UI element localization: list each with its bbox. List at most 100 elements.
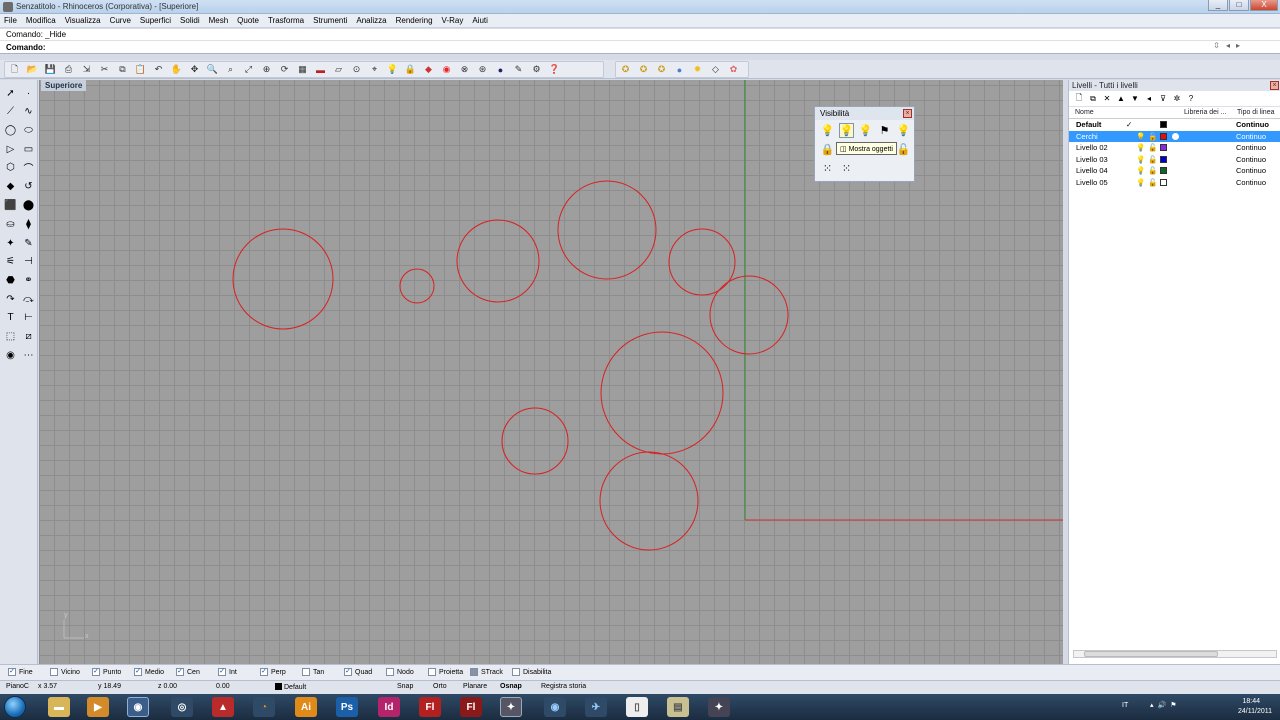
column-linetype[interactable]: Tipo di linea [1237,107,1275,119]
car-icon[interactable]: ▬ [313,62,328,77]
vray-sphere-icon[interactable]: ● [672,62,687,77]
layer-visible-bulb-icon[interactable]: 💡 [1136,177,1145,188]
grid-icon[interactable]: ⋯ [21,348,36,363]
transform-icon[interactable]: ✦ [3,236,18,251]
layer-color-swatch[interactable] [1160,155,1167,163]
osnap-vicino[interactable]: Vicino [50,668,80,676]
open-file-icon[interactable]: 📂 [25,62,40,77]
bird-app-icon[interactable]: ✈ [585,697,607,717]
vray-interactive-icon[interactable]: ✪ [654,62,669,77]
zoom-window-icon[interactable]: ⌕ [223,62,238,77]
cylinder-icon[interactable]: ⬤ [21,198,36,213]
light-icon[interactable]: 💡 [385,62,400,77]
menu-curve[interactable]: Curve [110,16,131,25]
layer-linetype[interactable]: Continuo [1236,177,1266,188]
close-button[interactable]: X [1250,0,1278,11]
osnap-icon[interactable]: ⌖ [367,62,382,77]
text-icon[interactable]: T [3,310,18,325]
rectangle-icon[interactable]: ▭ [21,142,36,157]
vray-render-icon[interactable]: ✪ [618,62,633,77]
polyline-icon[interactable]: ⟋ [3,104,18,119]
settings-icon[interactable]: ⚙ [529,62,544,77]
show-selected-icon[interactable]: 💡 [858,123,873,138]
layer-linetype[interactable]: Continuo [1236,165,1266,176]
layer-color-icon[interactable]: ◆ [421,62,436,77]
menu-analizza[interactable]: Analizza [356,16,386,25]
status-orto[interactable]: Orto [433,683,447,690]
menu-solidi[interactable]: Solidi [180,16,200,25]
menu-rendering[interactable]: Rendering [396,16,433,25]
select-arrow-icon[interactable]: ➚ [3,86,18,101]
circle-9[interactable] [599,451,699,551]
move-up-icon[interactable]: ▲ [1115,94,1127,103]
checkbox[interactable]: ✓ [8,668,16,676]
paste-icon[interactable]: 📋 [133,62,148,77]
layer-visible-bulb-icon[interactable]: 💡 [1136,154,1145,165]
notepad-icon[interactable]: ▯ [626,697,648,717]
circle-7[interactable] [600,331,724,455]
circle-1[interactable] [232,228,334,330]
save-icon[interactable]: 💾 [43,62,58,77]
wireframe-icon[interactable]: ⊗ [457,62,472,77]
layers-horizontal-scrollbar[interactable] [1073,650,1277,658]
firefox-icon[interactable]: ◉ [127,697,149,717]
blender-icon[interactable]: ◔ [253,697,275,717]
layer-color-swatch[interactable] [1160,144,1167,151]
current-layer-check[interactable]: ✓ [1126,119,1132,130]
group-icon[interactable]: ⬚ [3,329,18,344]
status-layer[interactable]: Default [275,683,306,691]
dimension-icon[interactable]: ⊢ [21,310,36,325]
arc-icon[interactable]: ▷ [3,142,18,157]
layer-visible-bulb-icon[interactable]: 💡 [1136,165,1145,176]
new-layer-icon[interactable]: 🗋 [1073,92,1085,106]
vray-material-icon[interactable]: ◇ [708,62,723,77]
layer-row-livello-03[interactable]: Livello 03 💡 🔓 Continuo [1069,154,1280,166]
help-icon[interactable]: ❓ [547,62,562,77]
new-sublayer-icon[interactable]: ⧉ [1087,94,1099,104]
osnap-int[interactable]: ✓ Int [218,668,237,676]
circle-3[interactable] [456,219,540,303]
checkbox[interactable]: ✓ [92,668,100,676]
status-registra-storia[interactable]: Registra storia [541,683,586,690]
menu-vray[interactable]: V-Ray [442,16,464,25]
viewport-title[interactable]: Superiore [41,80,87,91]
pan-icon[interactable]: ✋ [169,62,184,77]
unlock-objects-icon[interactable]: 🔓 [896,142,911,157]
command-history-arrows[interactable]: ⇳◂▸ [1213,41,1246,50]
circle-2[interactable] [399,268,435,304]
point-icon[interactable]: · [21,86,36,101]
menu-modifica[interactable]: Modifica [26,16,56,25]
menu-file[interactable]: File [4,16,17,25]
minimize-button[interactable]: _ [1208,0,1228,11]
extrude-icon[interactable]: ↺ [21,179,36,194]
osnap-perp[interactable]: ✓ Perp [260,668,286,676]
show-swap-icon[interactable]: 💡 [896,123,911,138]
column-library[interactable]: Libreria dei ... [1184,107,1226,119]
osnap-tan[interactable]: Tan [302,668,324,676]
flash-icon[interactable]: Fl [419,697,441,717]
analyze-icon[interactable]: ⧄ [21,329,36,344]
indesign-icon[interactable]: Id [378,697,400,717]
render-sphere-icon[interactable]: ◉ [3,348,18,363]
rhino-taskbar-icon[interactable]: ✦ [500,697,522,717]
gumball-icon[interactable]: ✎ [21,236,36,251]
menu-aiuti[interactable]: Aiuti [472,16,488,25]
move-view-icon[interactable]: ✥ [187,62,202,77]
menu-quote[interactable]: Quote [237,16,259,25]
osnap-fine[interactable]: ✓ Fine [8,668,33,676]
shaded-icon[interactable]: ⊛ [475,62,490,77]
circle-8[interactable] [501,407,569,475]
vray-sun-icon[interactable]: ✹ [690,62,705,77]
osnap-cen[interactable]: ✓ Cen [176,668,200,676]
layer-linetype[interactable]: Continuo [1236,119,1269,130]
circle-6[interactable] [709,275,789,355]
trim-icon[interactable]: ⊣ [21,254,36,269]
copy-icon[interactable]: ⧉ [115,62,130,77]
layer-material-icon[interactable] [1172,132,1179,140]
boolean-icon[interactable]: ⬣ [3,273,18,288]
move-down-icon[interactable]: ▼ [1129,94,1141,103]
undo-icon[interactable]: ↶ [151,62,166,77]
layer-row-livello-04[interactable]: Livello 04 💡 🔓 Continuo [1069,165,1280,177]
layer-linetype[interactable]: Continuo [1236,131,1266,142]
checkbox[interactable]: ✓ [134,668,142,676]
